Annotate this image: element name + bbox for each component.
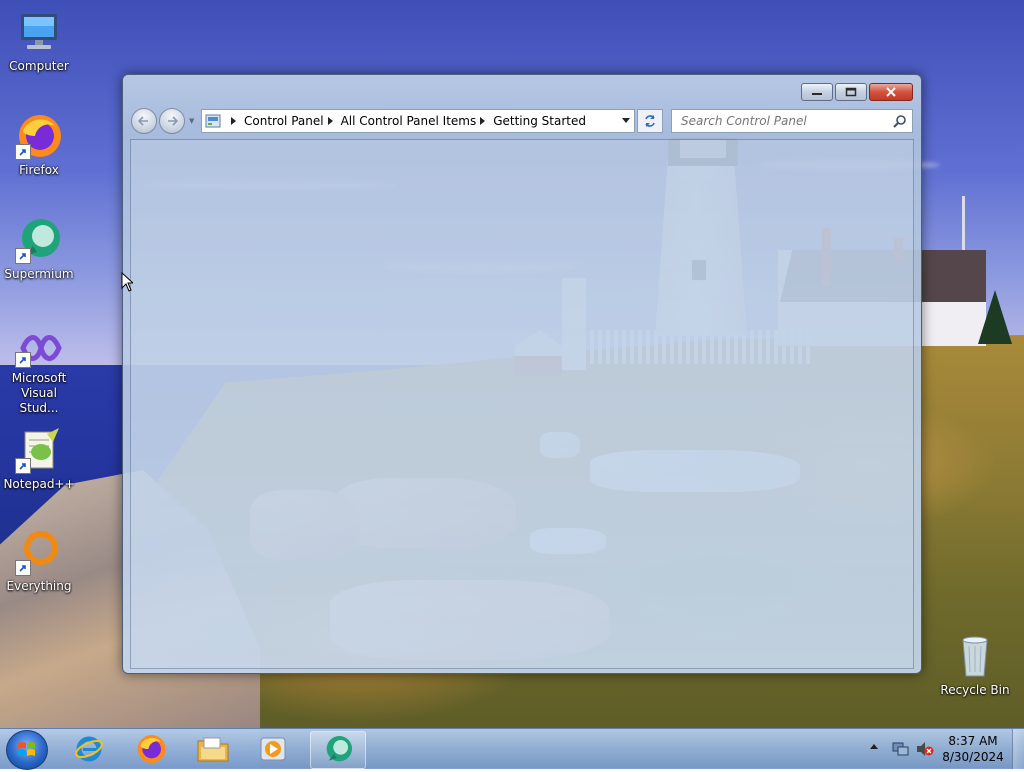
supermium-icon — [15, 216, 63, 264]
show-hidden-icons-button[interactable] — [870, 744, 878, 749]
network-icon[interactable] — [892, 741, 910, 757]
control-panel-window[interactable]: ▼ Control Panel All Control Panel Items … — [122, 74, 922, 674]
maximize-button[interactable] — [835, 83, 867, 101]
desktop-icon-label: Notepad++ — [3, 477, 75, 491]
window-titlebar[interactable] — [123, 75, 921, 105]
shortcut-arrow-icon — [15, 248, 31, 264]
shortcut-arrow-icon — [15, 560, 31, 576]
taskbar-file-explorer[interactable] — [186, 731, 240, 767]
address-history-dropdown[interactable] — [618, 111, 634, 131]
chevron-down-icon — [622, 118, 630, 123]
recent-pages-dropdown[interactable]: ▼ — [189, 117, 194, 125]
search-input[interactable] — [679, 113, 893, 129]
maximize-icon — [845, 87, 857, 97]
desktop-icon-label: Everything — [6, 579, 72, 593]
desktop-icon-computer[interactable]: Computer — [1, 8, 77, 74]
computer-icon — [15, 8, 63, 56]
shortcut-arrow-icon — [15, 144, 31, 160]
mouse-cursor-icon — [121, 272, 133, 292]
breadcrumb-item[interactable]: All Control Panel Items — [341, 114, 477, 128]
desktop-icon-label: Supermium — [4, 267, 74, 281]
desktop-icon-visual-studio[interactable]: Microsoft Visual Stud... — [1, 328, 77, 416]
taskbar-supermium[interactable] — [310, 731, 366, 769]
everything-icon — [15, 528, 63, 576]
taskbar-internet-explorer[interactable] — [62, 731, 116, 767]
file-explorer-icon — [197, 737, 229, 762]
desktop-icon-notepadpp[interactable]: Notepad++ — [1, 426, 77, 492]
control-panel-icon — [205, 114, 221, 128]
taskbar-firefox[interactable] — [124, 731, 178, 767]
desktop-icon-recycle-bin[interactable]: Recycle Bin — [937, 632, 1013, 698]
media-player-icon — [260, 737, 286, 761]
firefox-icon — [15, 112, 63, 160]
start-button[interactable] — [6, 730, 48, 770]
breadcrumb-item[interactable]: Control Panel — [244, 114, 324, 128]
desktop-icon-label: Computer — [9, 59, 69, 73]
desktop-icon-label: Microsoft Visual Stud... — [11, 371, 67, 415]
visual-studio-icon — [15, 328, 63, 368]
desktop-icon-supermium[interactable]: Supermium — [1, 216, 77, 282]
internet-explorer-icon — [75, 736, 103, 762]
taskbar-media-player[interactable] — [246, 731, 300, 767]
address-bar[interactable]: Control Panel All Control Panel Items Ge… — [201, 109, 635, 133]
close-button[interactable] — [869, 83, 913, 101]
system-clock[interactable]: 8:37 AM 8/30/2024 — [938, 733, 1008, 765]
close-icon — [886, 87, 896, 97]
show-desktop-button[interactable] — [1012, 729, 1024, 769]
clock-time: 8:37 AM — [948, 734, 998, 748]
caption-buttons — [799, 83, 913, 101]
supermium-icon — [326, 736, 352, 762]
clock-date: 8/30/2024 — [942, 750, 1004, 764]
minimize-icon — [812, 93, 822, 95]
taskbar: 8:37 AM 8/30/2024 — [0, 728, 1024, 770]
breadcrumb-item[interactable]: Getting Started — [493, 114, 586, 128]
back-button[interactable] — [131, 108, 157, 134]
forward-button[interactable] — [159, 108, 185, 134]
windows-logo-icon — [18, 742, 35, 756]
firefox-icon — [137, 735, 166, 763]
back-arrow-icon — [138, 116, 148, 126]
forward-arrow-icon — [168, 116, 178, 126]
navigation-bar: ▼ Control Panel All Control Panel Items … — [129, 107, 915, 135]
content-pane — [130, 139, 914, 669]
desktop-icon-label: Recycle Bin — [940, 683, 1010, 697]
desktop-icon-everything[interactable]: Everything — [1, 528, 77, 594]
desktop-icon-label: Firefox — [19, 163, 59, 177]
recycle-bin-icon — [951, 632, 999, 680]
minimize-button[interactable] — [801, 83, 833, 101]
search-box[interactable] — [671, 109, 913, 133]
breadcrumb-chevron-icon[interactable] — [327, 117, 333, 125]
search-icon[interactable] — [893, 114, 907, 128]
desktop-icon-firefox[interactable]: Firefox — [1, 112, 77, 178]
refresh-icon — [645, 115, 655, 127]
notepadpp-icon — [15, 426, 63, 474]
history-buttons — [131, 108, 187, 134]
refresh-button[interactable] — [637, 109, 663, 133]
breadcrumb-chevron-icon[interactable] — [480, 117, 486, 125]
volume-muted-icon[interactable] — [916, 741, 934, 757]
shortcut-arrow-icon — [15, 352, 31, 368]
breadcrumb-chevron-icon[interactable] — [231, 117, 236, 125]
shortcut-arrow-icon — [15, 458, 31, 474]
